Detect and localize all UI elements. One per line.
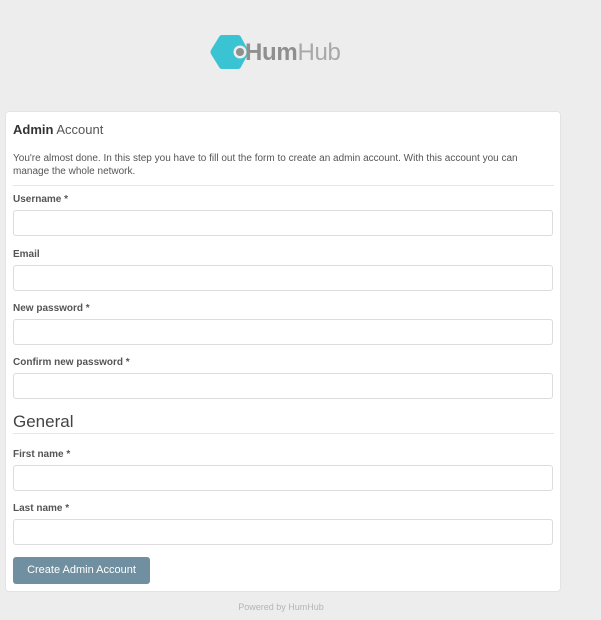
email-input[interactable] bbox=[13, 265, 553, 291]
panel-title: Admin Account bbox=[13, 122, 103, 138]
brand-name-bold: Hum bbox=[245, 39, 298, 66]
confirm-password-label: Confirm new password * bbox=[13, 357, 130, 368]
username-label: Username * bbox=[13, 194, 69, 205]
username-input[interactable] bbox=[13, 210, 553, 236]
first-name-label: First name * bbox=[13, 449, 71, 460]
humhub-hexagon-icon bbox=[210, 35, 249, 69]
last-name-label: Last name * bbox=[13, 503, 70, 514]
new-password-label: New password * bbox=[13, 303, 90, 314]
intro-text: You're almost done. In this step you hav… bbox=[13, 153, 518, 177]
email-label: Email bbox=[13, 249, 40, 260]
humhub-logo: HumHub bbox=[209, 33, 359, 73]
brand-name: HumHub bbox=[245, 38, 341, 68]
new-password-input[interactable] bbox=[13, 319, 553, 345]
admin-account-panel: Admin Account You're almost done. In thi… bbox=[5, 111, 561, 592]
first-name-input[interactable] bbox=[13, 465, 553, 491]
brand-name-light: Hub bbox=[297, 39, 341, 66]
confirm-password-input[interactable] bbox=[13, 373, 553, 399]
create-admin-account-button[interactable]: Create Admin Account bbox=[13, 557, 150, 584]
intro-divider bbox=[13, 185, 554, 186]
general-section-title: General bbox=[13, 412, 74, 431]
last-name-input[interactable] bbox=[13, 519, 553, 545]
panel-title-light: Account bbox=[56, 122, 104, 137]
powered-by-footer: Powered by HumHub bbox=[238, 602, 324, 612]
general-divider bbox=[13, 433, 554, 434]
panel-title-bold: Admin bbox=[13, 122, 54, 137]
